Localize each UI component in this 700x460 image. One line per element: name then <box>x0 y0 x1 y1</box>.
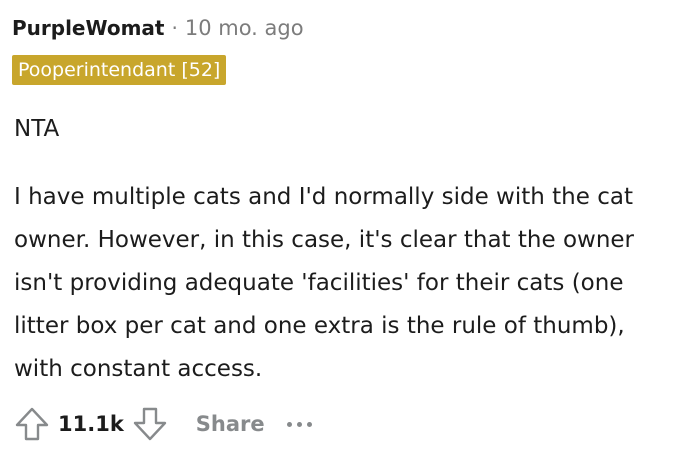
share-button[interactable]: Share <box>196 412 265 436</box>
comment-body: NTA I have multiple cats and I'd normall… <box>14 108 674 391</box>
downvote-button[interactable] <box>130 404 170 444</box>
comment: PurpleWomat · 10 mo. ago Pooperintendant… <box>12 0 692 460</box>
user-flair: Pooperintendant [52] <box>12 55 227 85</box>
comment-header: PurpleWomat · 10 mo. ago <box>12 12 304 44</box>
arrow-down-outline-icon <box>133 407 166 441</box>
meta-separator: · <box>171 16 178 40</box>
comment-timestamp[interactable]: 10 mo. ago <box>185 16 304 40</box>
username-link[interactable]: PurpleWomat <box>12 16 164 40</box>
ellipsis-icon <box>296 421 302 427</box>
arrow-up-outline-icon <box>15 407 49 441</box>
more-options-button[interactable] <box>286 404 312 444</box>
comment-actions: 11.1k Share <box>12 402 312 446</box>
comment-paragraph: I have multiple cats and I'd normally si… <box>14 184 635 382</box>
upvote-button[interactable] <box>12 404 52 444</box>
comment-verdict: NTA <box>14 116 60 142</box>
vote-score: 11.1k <box>58 412 124 436</box>
ellipsis-icon <box>286 421 292 427</box>
ellipsis-icon <box>306 421 312 427</box>
